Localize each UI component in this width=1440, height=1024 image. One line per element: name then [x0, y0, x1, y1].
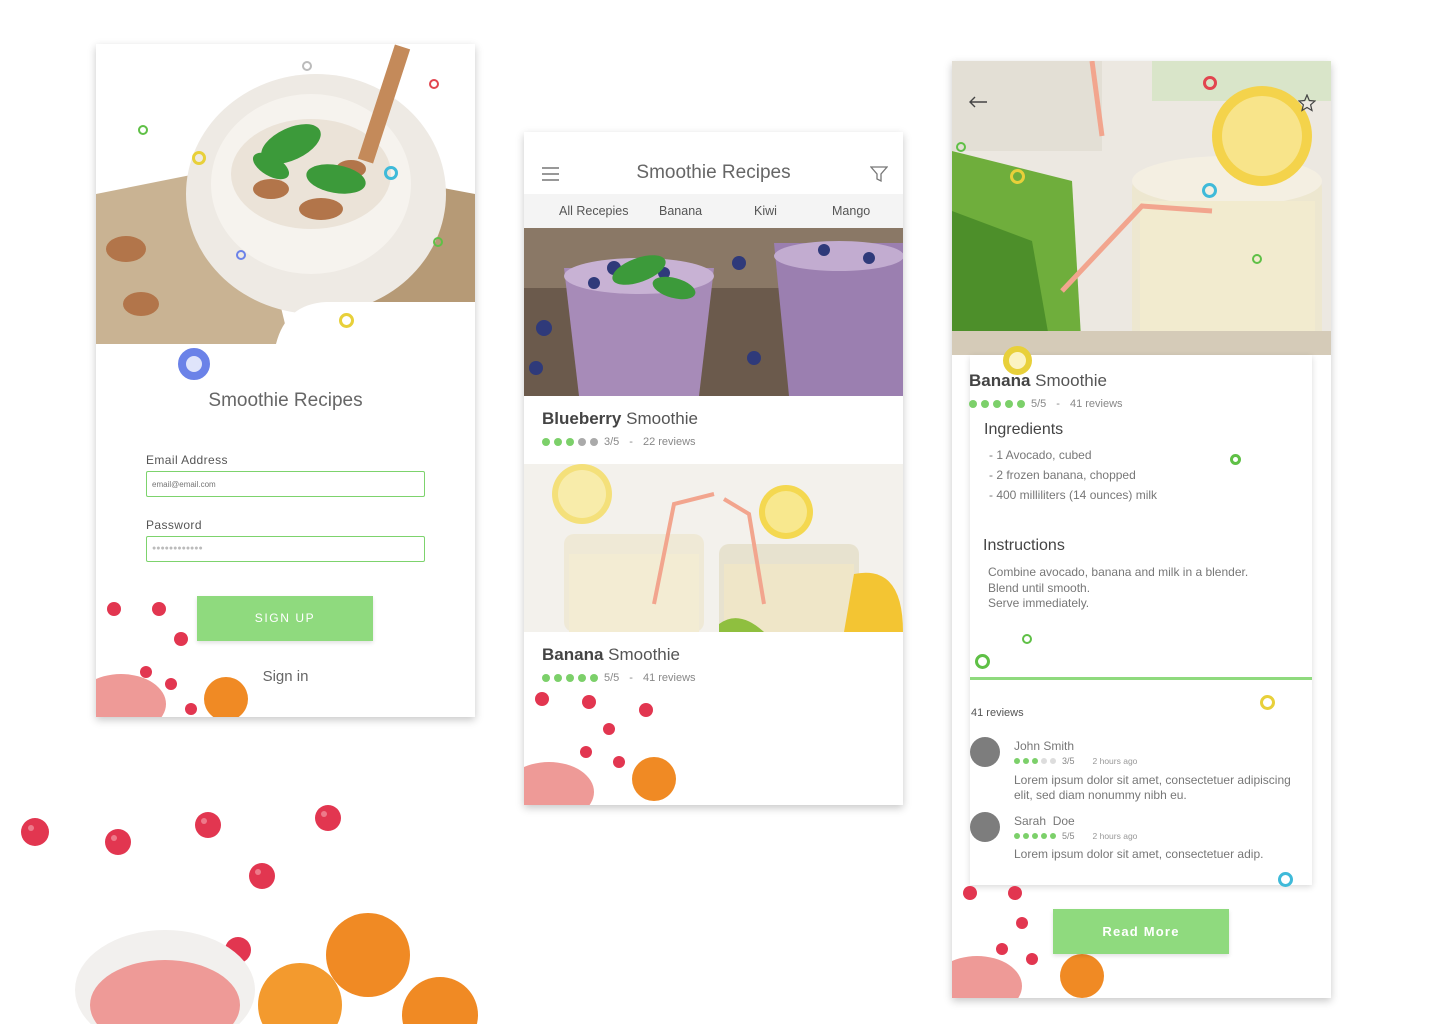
decorative-ring [956, 142, 966, 152]
decorative-ring [1203, 76, 1217, 90]
recipe-content-card: Banana Smoothie 5/5 - 41 reviews Ingredi… [969, 355, 1312, 885]
card-title-bold: Blueberry [542, 409, 622, 428]
review-text: Lorem ipsum dolor sit amet, consectetuer… [1014, 773, 1291, 802]
review-time: 2 hours ago [1092, 756, 1138, 766]
decorative-ring [1202, 183, 1217, 198]
read-more-button[interactable]: Read More [1053, 909, 1229, 954]
decorative-ring [1003, 346, 1032, 375]
review-rating-value: 3/5 [1062, 756, 1075, 766]
card-title-rest: Smoothie [626, 409, 698, 428]
app-bar: Smoothie Recipes [524, 132, 903, 194]
separator: - [1056, 398, 1060, 410]
rating-value: 5/5 [1031, 398, 1047, 410]
rating-value: 5/5 [604, 672, 620, 684]
decorative-ring [1010, 169, 1025, 184]
recipe-detail-screen: Banana Smoothie 5/5 - 41 reviews Ingredi… [952, 61, 1331, 998]
tab-mango[interactable]: Mango [832, 204, 870, 218]
category-tabs: All Recepies Banana Kiwi Mango [524, 194, 903, 228]
instructions-text: Combine avocado, banana and milk in a bl… [988, 565, 1248, 612]
password-label: Password [146, 518, 202, 532]
banana-smoothie-image[interactable] [524, 464, 903, 632]
signup-screen: Smoothie Recipes Email Address Password … [96, 44, 475, 717]
review-rating: 5/5 2 hours ago [1014, 831, 1137, 841]
recipe-list-screen: Smoothie Recipes All Recepies Banana Kiw… [524, 132, 903, 805]
instruction-step: Serve immediately. [988, 596, 1090, 610]
blueberry-smoothie-image[interactable] [524, 228, 903, 396]
decorative-ring [433, 237, 443, 247]
fruit-decoration [96, 602, 248, 717]
instruction-step: Blend until smooth. [988, 580, 1091, 595]
card-title-bold: Banana [542, 645, 604, 664]
email-label: Email Address [146, 453, 228, 467]
rating-blueberry: 3/5 - 22 reviews [542, 436, 696, 448]
card-title-blueberry: Blueberry Smoothie [542, 409, 698, 429]
avatar [970, 812, 1000, 842]
instruction-step: Combine avocado, banana and milk in a bl… [988, 565, 1249, 579]
tab-banana[interactable]: Banana [659, 204, 702, 218]
decorative-ring [975, 654, 990, 669]
decorative-ring [192, 151, 206, 165]
ingredient-item: - 2 frozen banana, chopped [989, 468, 1136, 482]
decorative-ring [1278, 872, 1293, 887]
tab-kiwi[interactable]: Kiwi [754, 204, 777, 218]
reviewer-name: John Smith [1014, 739, 1075, 753]
ingredients-list: - 1 Avocado, cubed - 2 frozen banana, ch… [989, 445, 1157, 505]
decorative-ring [138, 125, 148, 135]
decorative-ring [1230, 454, 1241, 465]
filter-icon[interactable] [869, 166, 889, 188]
ingredients-heading: Ingredients [984, 421, 1064, 438]
review-rating: 3/5 2 hours ago [1014, 756, 1137, 766]
star-icon[interactable] [1297, 93, 1317, 117]
review-count: 22 reviews [642, 436, 696, 448]
ingredient-item: - 400 milliliters (14 ounces) milk [989, 488, 1158, 502]
review-count: 41 reviews [642, 672, 696, 684]
separator: - [629, 672, 633, 684]
review-time: 2 hours ago [1092, 831, 1138, 841]
decorative-ring [302, 61, 312, 71]
fruit-decoration [524, 692, 676, 805]
avatar [970, 737, 1000, 767]
decorative-ring [384, 166, 398, 180]
raspberries-decoration [21, 805, 478, 1024]
decorative-ring [429, 79, 439, 89]
decorative-ring [178, 348, 210, 380]
decorative-ring [339, 313, 354, 328]
rating-banana: 5/5 - 41 reviews [542, 672, 696, 684]
card-title-rest: Smoothie [608, 645, 680, 664]
separator: - [629, 436, 633, 448]
app-title: Smoothie Recipes [208, 390, 363, 411]
smoothie-hero-image [96, 44, 475, 369]
decorative-ring [1022, 634, 1032, 644]
review-text: Lorem ipsum dolor sit amet, consectetuer… [1014, 847, 1264, 861]
decorative-ring [1260, 695, 1275, 710]
password-field[interactable]: ●●●●●●●●●●●● [146, 536, 425, 562]
review-count: 41 reviews [1069, 398, 1123, 410]
instructions-heading: Instructions [983, 537, 1065, 554]
decorative-ring [1252, 254, 1262, 264]
decorative-ring [236, 250, 246, 260]
section-divider [970, 677, 1312, 680]
card-title-banana: Banana Smoothie [542, 645, 680, 665]
recipe-title-rest: Smoothie [1035, 371, 1107, 390]
arrow-left-icon[interactable] [968, 95, 988, 114]
recipe-title: Banana Smoothie [969, 371, 1107, 391]
reviews-count-heading: 41 reviews [971, 707, 1024, 719]
tab-all-recipes[interactable]: All Recepies [559, 204, 628, 218]
rating-value: 3/5 [604, 436, 620, 448]
review-rating-value: 5/5 [1062, 831, 1075, 841]
recipe-rating: 5/5 - 41 reviews [969, 398, 1123, 410]
app-title: Smoothie Recipes [636, 162, 791, 183]
email-field[interactable] [146, 471, 425, 497]
banana-smoothie-hero-image [952, 61, 1331, 355]
reviewer-name: Sarah Doe [1014, 814, 1075, 828]
ingredient-item: - 1 Avocado, cubed [989, 448, 1092, 462]
